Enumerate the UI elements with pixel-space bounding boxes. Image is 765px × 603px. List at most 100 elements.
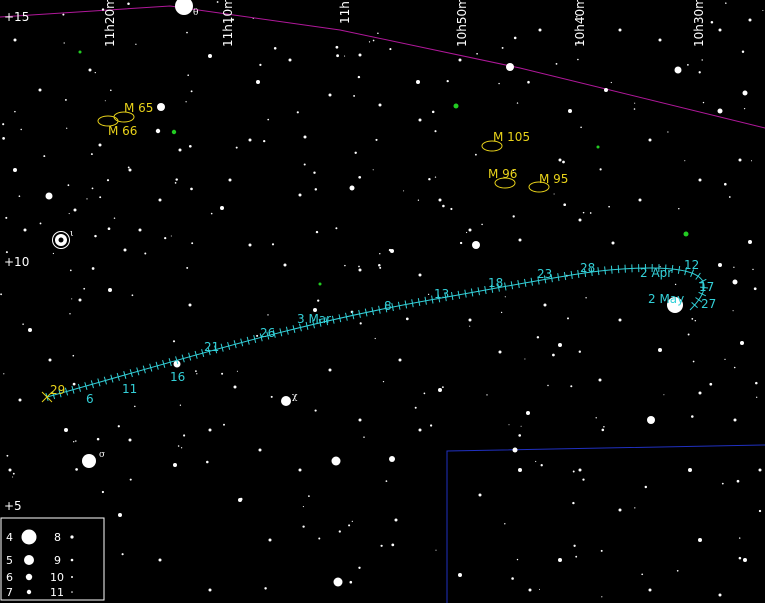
dso-label-m105: M 105: [493, 130, 530, 144]
star: [558, 158, 562, 162]
date-label: 17: [699, 280, 714, 294]
star: [562, 160, 565, 164]
star: [358, 265, 360, 268]
star: [555, 62, 558, 65]
star: [96, 437, 100, 441]
star: [131, 294, 134, 297]
star: [504, 523, 506, 525]
star: [318, 537, 321, 540]
star: [506, 63, 514, 71]
star: [170, 235, 172, 237]
star: [709, 382, 713, 386]
star: [118, 513, 122, 517]
star: [106, 179, 110, 182]
star: [358, 268, 362, 272]
star: [68, 213, 70, 215]
legend-dot-10: [71, 576, 73, 578]
star: [698, 391, 702, 395]
greek-chi: χ: [292, 392, 298, 402]
star: [208, 428, 212, 432]
star: [223, 423, 225, 426]
star: [220, 206, 224, 210]
star: [608, 205, 610, 208]
star: [174, 182, 177, 184]
star: [418, 273, 422, 277]
star: [39, 222, 42, 225]
star: [458, 58, 462, 62]
star: [578, 218, 582, 222]
star: [398, 358, 402, 362]
star: [177, 445, 180, 447]
star: [380, 544, 383, 547]
star: [155, 128, 161, 134]
star: [248, 243, 252, 247]
star: [190, 187, 193, 191]
star: [123, 248, 127, 252]
star: [512, 447, 518, 453]
star: [740, 341, 744, 345]
star: [281, 396, 291, 406]
star: [331, 456, 341, 466]
star: [732, 279, 738, 285]
star: [558, 343, 562, 347]
star: [233, 385, 237, 389]
star: [64, 98, 67, 101]
star: [336, 54, 339, 58]
star: [88, 68, 92, 72]
star: [22, 323, 24, 325]
star: [603, 425, 605, 428]
star: [469, 325, 471, 327]
star: [353, 94, 356, 97]
star: [638, 198, 642, 202]
star: [434, 176, 437, 178]
star: [687, 64, 689, 66]
date-label: 11: [122, 382, 137, 396]
star: [38, 88, 42, 92]
star: [582, 211, 585, 214]
star: [434, 130, 437, 133]
star: [12, 476, 14, 478]
date-label: 23: [537, 267, 552, 281]
date-label: 29: [50, 383, 65, 397]
star: [349, 580, 353, 584]
star: [758, 468, 762, 472]
star: [333, 577, 343, 587]
star: [314, 188, 318, 191]
greek-sigma: σ: [99, 450, 105, 460]
star: [725, 2, 727, 4]
star: [577, 41, 580, 43]
star: [501, 46, 504, 49]
star: [210, 212, 213, 215]
star: [302, 506, 304, 508]
star: [2, 123, 5, 126]
star: [358, 175, 362, 179]
star: [644, 485, 648, 489]
star: [578, 350, 581, 353]
star: [733, 418, 737, 422]
star: [117, 425, 120, 428]
date-label: 13: [434, 287, 449, 301]
star: [374, 337, 376, 340]
star: [718, 28, 722, 32]
star: [389, 48, 392, 51]
star: [264, 587, 267, 590]
legend-mag-9: 9: [54, 554, 61, 567]
star: [52, 252, 55, 255]
star: [328, 368, 332, 372]
star: [516, 102, 519, 104]
star: [442, 386, 444, 388]
star: [702, 101, 705, 104]
legend-dot-5: [24, 555, 34, 565]
star: [472, 241, 480, 249]
ra-label-11h: 11h: [338, 1, 352, 24]
star: [363, 436, 365, 438]
dec-label-plus5: +5: [4, 499, 22, 513]
variable-star-core: [58, 237, 64, 243]
star: [173, 463, 177, 467]
star: [570, 385, 573, 388]
star: [303, 135, 307, 139]
date-label: 3 Mar: [297, 312, 331, 326]
star: [98, 143, 102, 147]
star: [724, 182, 727, 186]
star: [273, 47, 277, 50]
